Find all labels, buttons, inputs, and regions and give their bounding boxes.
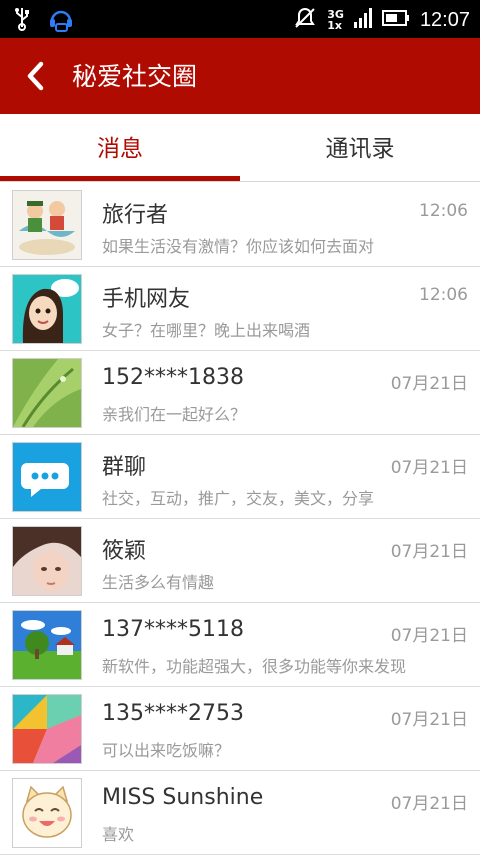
chat-bubble-avatar bbox=[12, 442, 82, 512]
conversation-row[interactable]: 152****1838 亲我们在一起好么？ 07月21日 bbox=[0, 351, 480, 435]
tab-divider bbox=[0, 181, 480, 182]
usb-icon bbox=[14, 7, 30, 35]
conversation-row[interactable]: 135****2753 可以出来吃饭嘛？ 07月21日 bbox=[0, 687, 480, 771]
contact-name: 137****5118 bbox=[102, 617, 244, 642]
contact-name: 152****1838 bbox=[102, 365, 244, 390]
contact-name: MISS Sunshine bbox=[102, 785, 264, 810]
network-type-bottom: 1x bbox=[327, 19, 342, 32]
travel-cartoon-avatar bbox=[12, 190, 82, 260]
signal-icon bbox=[353, 7, 372, 33]
message-time: 07月21日 bbox=[390, 458, 468, 478]
message-time: 07月21日 bbox=[390, 542, 468, 562]
conversation-list: 旅行者 如果生活没有激情？你应该如何去面对 12:06 手机网友 女子？在哪里？… bbox=[0, 183, 480, 855]
conversation-row[interactable]: 手机网友 女子？在哪里？晚上出来喝酒 12:06 bbox=[0, 267, 480, 351]
tab-contacts[interactable]: 通讯录 bbox=[240, 114, 480, 178]
status-bar: 3G 1x 12:07 bbox=[0, 0, 480, 38]
contact-name: 群聊 bbox=[102, 455, 147, 480]
support-headset-icon bbox=[48, 6, 74, 36]
message-time: 07月21日 bbox=[390, 626, 468, 646]
muted-notifications-icon bbox=[293, 6, 317, 34]
conversation-row[interactable]: 137****5118 新软件，功能超强大，很多功能等你来发现 07月21日 bbox=[0, 603, 480, 687]
last-message: 新软件，功能超强大，很多功能等你来发现 bbox=[102, 657, 407, 676]
last-message: 生活多么有情趣 bbox=[102, 573, 215, 592]
message-time: 07月21日 bbox=[390, 794, 468, 814]
tab-bar: 消息 通讯录 bbox=[0, 114, 480, 182]
last-message: 可以出来吃饭嘛？ bbox=[102, 741, 231, 760]
contact-name: 筱颖 bbox=[102, 539, 147, 564]
message-time: 12:06 bbox=[419, 285, 468, 305]
colorful-geometric-avatar bbox=[12, 694, 82, 764]
app-bar: 秘爱社交圈 bbox=[0, 38, 480, 114]
last-message: 社交，互动，推广，交友，美文，分享 bbox=[102, 489, 375, 508]
landscape-avatar bbox=[12, 610, 82, 680]
last-message: 亲我们在一起好么？ bbox=[102, 405, 247, 424]
status-time: 12:07 bbox=[419, 8, 470, 31]
green-leaf-avatar bbox=[12, 358, 82, 428]
conversation-row[interactable]: 筱颖 生活多么有情趣 07月21日 bbox=[0, 519, 480, 603]
conversation-row[interactable]: 群聊 社交，互动，推广，交友，美文，分享 07月21日 bbox=[0, 435, 480, 519]
conversation-row[interactable]: MISS Sunshine 喜欢 07月21日 bbox=[0, 771, 480, 855]
page-title: 秘爱社交圈 bbox=[72, 62, 198, 91]
contact-name: 135****2753 bbox=[102, 701, 244, 726]
message-time: 12:06 bbox=[419, 201, 468, 221]
conversation-row[interactable]: 旅行者 如果生活没有激情？你应该如何去面对 12:06 bbox=[0, 183, 480, 267]
contact-name: 手机网友 bbox=[102, 287, 191, 312]
contact-name: 旅行者 bbox=[102, 203, 169, 228]
last-message: 女子？在哪里？晚上出来喝酒 bbox=[102, 321, 311, 340]
last-message: 如果生活没有激情？你应该如何去面对 bbox=[102, 237, 375, 256]
tab-messages[interactable]: 消息 bbox=[0, 114, 240, 178]
battery-icon bbox=[381, 10, 410, 30]
girl-cartoon-avatar bbox=[12, 274, 82, 344]
cat-cartoon-avatar bbox=[12, 778, 82, 848]
back-arrow-icon[interactable] bbox=[22, 58, 52, 94]
message-time: 07月21日 bbox=[390, 374, 468, 394]
last-message: 喜欢 bbox=[102, 825, 135, 844]
person-photo-avatar bbox=[12, 526, 82, 596]
message-time: 07月21日 bbox=[390, 710, 468, 730]
